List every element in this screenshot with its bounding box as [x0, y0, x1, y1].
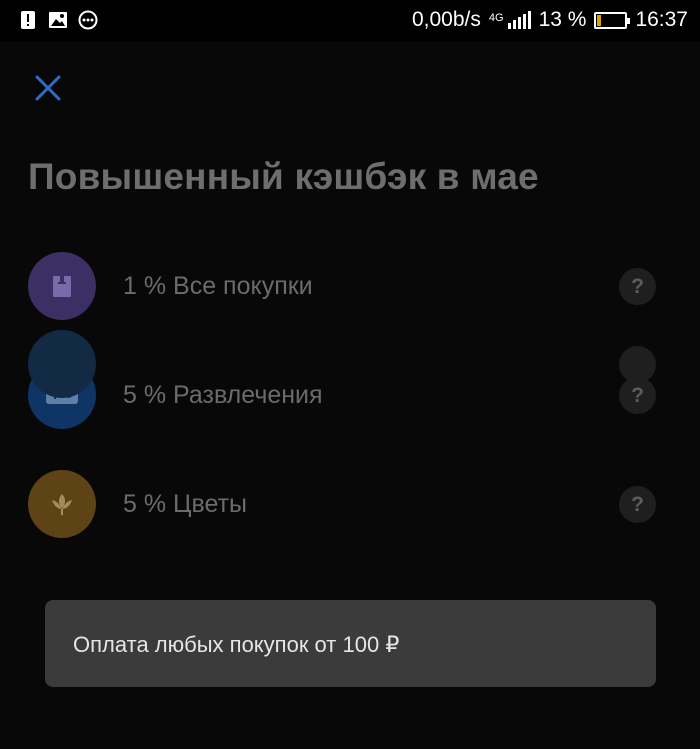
- cashback-item-label: 5 % Цветы: [123, 490, 248, 518]
- toast-message: Оплата любых покупок от 100 ₽: [45, 600, 656, 687]
- signal-icon: [507, 11, 531, 29]
- alert-icon: [21, 11, 35, 29]
- battery-fill: [597, 14, 602, 26]
- category-icon-circle: [28, 470, 96, 538]
- help-button-partial[interactable]: [619, 346, 656, 383]
- close-button[interactable]: [32, 72, 64, 104]
- cashback-item-label: 1 % Все покупки: [123, 272, 313, 300]
- category-icon-circle: [28, 252, 96, 320]
- net-type: 4G: [488, 12, 504, 24]
- shopping-bag-icon: [53, 276, 71, 297]
- help-button[interactable]: ?: [619, 268, 656, 305]
- battery-percent: 13 %: [538, 8, 587, 31]
- more-dots-icon: [78, 10, 98, 30]
- cashback-item-entertainment[interactable]: 5 % Развлечения ?: [0, 359, 700, 431]
- cashback-item-all-purchases[interactable]: 1 % Все покупки ?: [0, 250, 700, 322]
- toast-text: Оплата любых покупок от 100 ₽: [73, 632, 400, 657]
- net-speed: 0,00b/s: [411, 8, 481, 31]
- status-right: 0,00b/s 4G 13 % 16:37: [412, 8, 688, 32]
- status-left-icons: [18, 10, 98, 30]
- clock: 16:37: [635, 8, 688, 31]
- cashback-item-flowers[interactable]: 5 % Цветы ?: [0, 468, 700, 540]
- battery-icon: [594, 11, 631, 29]
- cashback-item-label: 5 % Развлечения: [123, 381, 323, 409]
- image-icon: [49, 12, 67, 28]
- page-title: Повышенный кэшбэк в мае: [28, 156, 539, 197]
- help-button[interactable]: ?: [619, 486, 656, 523]
- flower-icon: [52, 494, 72, 515]
- category-icon-circle-partial: [28, 330, 96, 398]
- close-icon: [35, 75, 61, 101]
- status-bar: 0,00b/s 4G 13 % 16:37: [0, 0, 700, 42]
